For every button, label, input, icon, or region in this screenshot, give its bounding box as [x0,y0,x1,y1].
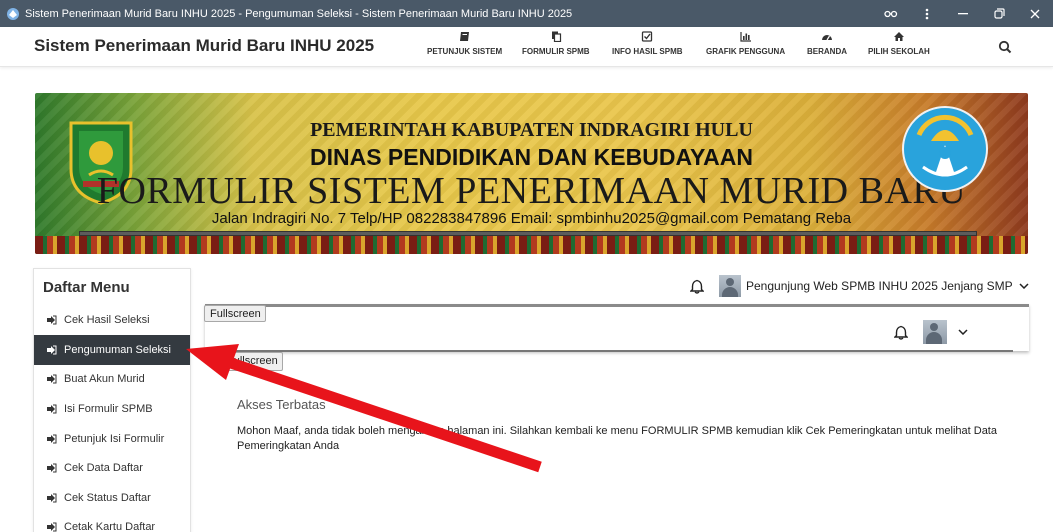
search-icon[interactable] [998,40,1012,54]
header-banner: PEMERINTAH KABUPATEN INDRAGIRI HULU DINA… [35,93,1028,254]
book-icon [459,32,469,41]
nav-petunjuk-sistem[interactable]: PETUNJUK SISTEM [427,31,502,63]
copy-icon [551,31,561,42]
key-icon [884,10,898,17]
bell-icon[interactable] [690,279,704,294]
nav-pilih-sekolah[interactable]: PILIH SEKOLAH [868,31,930,63]
sign-in-icon [47,374,57,384]
bar-chart-icon [739,32,751,42]
nav-info-hasil-spmb[interactable]: INFO HASIL SPMB [612,31,683,63]
nav-label: GRAFIK PENGGUNA [706,47,786,56]
fullscreen-button-top[interactable]: Fullscreen [204,305,266,322]
nav-formulir-spmb[interactable]: FORMULIR SPMB [522,31,590,63]
close-window-button[interactable] [1017,0,1053,27]
chevron-down-icon[interactable] [1019,283,1029,289]
chevron-down-icon[interactable] [958,329,968,335]
sign-in-icon [47,404,57,414]
sidebar-item-label: Cek Data Daftar [64,462,143,474]
sign-in-icon [47,522,57,532]
nav-label: FORMULIR SPMB [522,47,590,56]
avatar[interactable] [923,320,947,344]
sign-in-icon [47,315,57,325]
sign-in-icon [47,493,57,503]
restore-icon [993,8,1005,19]
sidebar-item-cetak-kartu-daftar[interactable]: Cetak Kartu Daftar [34,512,190,532]
sidebar-item-label: Cetak Kartu Daftar [64,521,156,532]
checkbox-icon [642,31,653,42]
banner-line-2: DINAS PENDIDIKAN DAN KEBUDAYAAN [309,144,754,170]
banner-address: Jalan Indragiri No. 7 Telp/HP 0822838478… [211,210,852,227]
brand-title[interactable]: Sistem Penerimaan Murid Baru INHU 2025 [34,36,374,56]
frame-divider [220,350,1013,352]
top-navbar: Sistem Penerimaan Murid Baru INHU 2025 P… [0,27,1053,67]
sidebar-item-cek-hasil-seleksi[interactable]: Cek Hasil Seleksi [34,305,190,335]
window-titlebar: Sistem Penerimaan Murid Baru INHU 2025 -… [0,0,1053,27]
nav-label: PILIH SEKOLAH [868,47,930,56]
bell-icon[interactable] [894,325,908,340]
sidebar-item-cek-data-daftar[interactable]: Cek Data Daftar [34,453,190,483]
sidebar-item-cek-status-daftar[interactable]: Cek Status Daftar [34,483,190,513]
sidebar-item-petunjuk-isi-formulir[interactable]: Petunjuk Isi Formulir [34,424,190,454]
sidebar-item-label: Petunjuk Isi Formulir [64,433,165,445]
nav-beranda[interactable]: BERANDA [807,31,847,63]
user-bar: Pengunjung Web SPMB INHU 2025 Jenjang SM… [690,274,1029,298]
dashboard-icon [822,35,832,41]
kebab-icon [925,8,929,19]
nav-grafik-pengguna[interactable]: GRAFIK PENGGUNA [706,31,785,63]
access-heading: Akses Terbatas [237,397,326,412]
banner-pattern-band [35,236,1028,254]
fullscreen-button[interactable]: Fullscreen [221,352,283,371]
home-icon [893,32,904,41]
sidebar-item-label: Cek Hasil Seleksi [64,314,150,326]
sidebar-item-isi-formulir-spmb[interactable]: Isi Formulir SPMB [34,394,190,424]
sidebar-title: Daftar Menu [43,279,130,296]
sign-in-icon [47,434,57,444]
access-message: Mohon Maaf, anda tidak boleh mengakses h… [237,425,997,452]
app-icon [7,7,19,20]
sidebar-item-label: Isi Formulir SPMB [64,403,153,415]
tut-wuri-handayani-logo [902,106,988,192]
nav-label: BERANDA [807,47,847,56]
more-menu-button[interactable] [909,0,945,27]
close-icon [1030,9,1040,18]
sign-in-icon [47,463,57,473]
restore-button[interactable] [981,0,1017,27]
sidebar-item-label: Pengumuman Seleksi [64,344,172,356]
minimize-button[interactable] [945,0,981,27]
sidebar-item-buat-akun-murid[interactable]: Buat Akun Murid [34,364,190,394]
user-name[interactable]: Pengunjung Web SPMB INHU 2025 Jenjang SM… [746,279,1013,293]
extensions-button[interactable] [873,0,909,27]
sign-in-icon [47,345,57,355]
sidebar-item-label: Cek Status Daftar [64,492,151,504]
banner-line-1: PEMERINTAH KABUPATEN INDRAGIRI HULU [310,119,753,141]
banner-line-3: FORMULIR SISTEM PENERIMAAN MURID BARU [96,170,967,212]
nav-label: PETUNJUK SISTEM [427,47,503,56]
window-title: Sistem Penerimaan Murid Baru INHU 2025 -… [25,7,573,20]
nav-label: INFO HASIL SPMB [612,47,683,56]
sidebar-item-pengumuman-seleksi[interactable]: Pengumuman Seleksi [34,335,190,365]
inner-user-bar [894,320,968,344]
sidebar-item-label: Buat Akun Murid [64,373,145,385]
minimize-icon [958,12,968,14]
avatar[interactable] [719,275,741,297]
